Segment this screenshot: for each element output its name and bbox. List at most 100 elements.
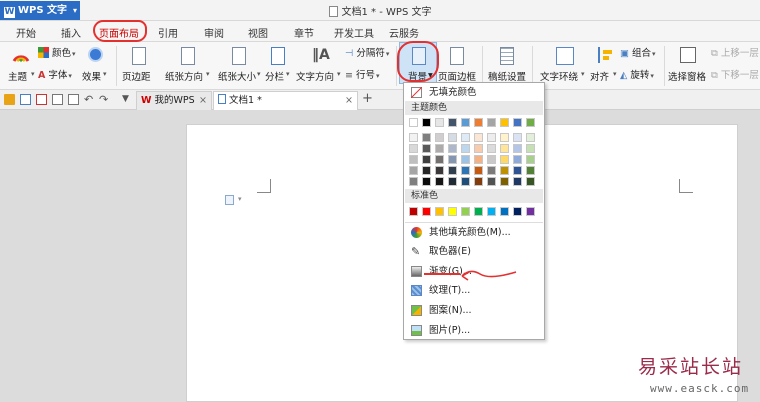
standard-color-swatch[interactable] <box>435 207 444 216</box>
theme-color-swatch[interactable] <box>500 166 509 175</box>
theme-color-swatch[interactable] <box>461 155 470 164</box>
redo-icon[interactable]: ↷ <box>99 94 110 105</box>
standard-color-swatch[interactable] <box>422 207 431 216</box>
theme-color-swatch[interactable] <box>435 177 444 186</box>
theme-color-swatch[interactable] <box>474 133 483 142</box>
standard-color-swatch[interactable] <box>487 207 496 216</box>
send-backward-button[interactable]: ⧉ 下移一层 <box>711 67 759 81</box>
theme-color-swatch[interactable] <box>500 118 509 127</box>
standard-color-swatch[interactable] <box>500 207 509 216</box>
theme-color-swatch[interactable] <box>448 177 457 186</box>
export-pdf-icon[interactable] <box>36 94 47 105</box>
theme-button[interactable]: 主题 ▾ <box>8 47 35 87</box>
theme-color-swatch[interactable] <box>409 177 418 186</box>
theme-color-swatch[interactable] <box>474 118 483 127</box>
undo-icon[interactable]: ↶ <box>84 94 95 105</box>
theme-color-swatch[interactable] <box>409 144 418 153</box>
theme-color-swatch[interactable] <box>448 144 457 153</box>
menu-home[interactable]: 开始 <box>16 25 36 40</box>
texture-option[interactable]: 纹理(T)... <box>405 281 543 300</box>
tab-my-wps[interactable]: W 我的WPS × <box>136 91 212 110</box>
paste-options-icon[interactable] <box>225 195 234 205</box>
theme-color-swatch[interactable] <box>435 144 444 153</box>
theme-color-swatch[interactable] <box>474 155 483 164</box>
theme-color-swatch[interactable] <box>409 155 418 164</box>
theme-color-swatch[interactable] <box>487 118 496 127</box>
standard-color-swatch[interactable] <box>526 207 535 216</box>
theme-color-swatch[interactable] <box>448 118 457 127</box>
theme-color-swatch[interactable] <box>487 133 496 142</box>
new-tab-button[interactable]: + <box>362 91 373 106</box>
theme-color-swatch[interactable] <box>474 144 483 153</box>
theme-color-swatch[interactable] <box>513 118 522 127</box>
theme-color-swatch[interactable] <box>422 133 431 142</box>
theme-color-swatch[interactable] <box>500 144 509 153</box>
theme-color-swatch[interactable] <box>461 177 470 186</box>
theme-color-swatch[interactable] <box>435 118 444 127</box>
standard-color-swatch[interactable] <box>513 207 522 216</box>
theme-color-swatch[interactable] <box>409 166 418 175</box>
theme-color-swatch[interactable] <box>513 166 522 175</box>
pattern-option[interactable]: 图案(N)... <box>405 301 543 320</box>
menu-insert[interactable]: 插入 <box>61 25 81 40</box>
theme-color-swatch[interactable] <box>513 133 522 142</box>
more-fill-colors-option[interactable]: 其他填充颜色(M)... <box>405 223 543 242</box>
theme-color-swatch[interactable] <box>422 155 431 164</box>
theme-color-swatch[interactable] <box>422 144 431 153</box>
theme-color-swatch[interactable] <box>422 166 431 175</box>
theme-color-swatch[interactable] <box>461 118 470 127</box>
theme-color-swatch[interactable] <box>487 166 496 175</box>
menu-cloud[interactable]: 云服务 <box>389 25 419 40</box>
theme-color-swatch[interactable] <box>500 177 509 186</box>
colors-button[interactable]: 颜色▾ <box>38 45 76 59</box>
tab-document1[interactable]: 文档1 * × <box>213 91 358 110</box>
align-button[interactable]: 对齐 ▾ <box>590 47 620 87</box>
theme-color-swatch[interactable] <box>435 166 444 175</box>
theme-color-swatch[interactable] <box>526 177 535 186</box>
close-icon[interactable]: × <box>345 92 353 110</box>
bring-forward-button[interactable]: ⧉ 上移一层 <box>711 45 759 59</box>
theme-color-swatch[interactable] <box>513 144 522 153</box>
theme-color-swatch[interactable] <box>461 166 470 175</box>
theme-color-swatch[interactable] <box>487 155 496 164</box>
theme-color-swatch[interactable] <box>474 177 483 186</box>
print-preview-icon[interactable] <box>68 94 79 105</box>
theme-color-swatch[interactable] <box>526 166 535 175</box>
print-icon[interactable] <box>52 94 63 105</box>
menu-references[interactable]: 引用 <box>158 25 178 40</box>
theme-color-swatch[interactable] <box>409 118 418 127</box>
theme-color-swatch[interactable] <box>487 144 496 153</box>
columns-button[interactable]: 分栏 ▾ <box>265 47 293 87</box>
picture-option[interactable]: 图片(P)... <box>405 321 543 340</box>
standard-color-swatch[interactable] <box>474 207 483 216</box>
size-button[interactable]: 纸张大小 ▾ <box>218 47 262 87</box>
save-icon[interactable] <box>20 94 31 105</box>
menu-developer[interactable]: 开发工具 <box>334 25 374 40</box>
theme-color-swatch[interactable] <box>422 118 431 127</box>
theme-color-swatch[interactable] <box>448 166 457 175</box>
standard-color-swatch[interactable] <box>409 207 418 216</box>
theme-color-swatch[interactable] <box>500 133 509 142</box>
chevron-down-icon[interactable]: ▼ <box>122 94 133 105</box>
theme-color-swatch[interactable] <box>448 155 457 164</box>
theme-color-swatch[interactable] <box>435 133 444 142</box>
theme-color-swatch[interactable] <box>500 155 509 164</box>
close-icon[interactable]: × <box>199 92 207 110</box>
standard-color-swatch[interactable] <box>448 207 457 216</box>
menu-review[interactable]: 审阅 <box>204 25 224 40</box>
theme-color-swatch[interactable] <box>526 118 535 127</box>
line-numbers-button[interactable]: ≡ 行号▾ <box>345 67 380 81</box>
margins-button[interactable]: 页边距 <box>122 47 158 87</box>
rotate-button[interactable]: ◭ 旋转▾ <box>620 67 654 81</box>
theme-color-swatch[interactable] <box>513 155 522 164</box>
no-fill-option[interactable]: 无填充颜色 <box>405 83 543 102</box>
theme-color-swatch[interactable] <box>513 177 522 186</box>
theme-color-swatch[interactable] <box>461 144 470 153</box>
theme-color-swatch[interactable] <box>448 133 457 142</box>
group-button[interactable]: ▣ 组合▾ <box>620 45 656 59</box>
theme-color-swatch[interactable] <box>422 177 431 186</box>
menu-view[interactable]: 视图 <box>248 25 268 40</box>
text-direction-button[interactable]: ‖A 文字方向 ▾ <box>296 47 344 87</box>
page-borders-button[interactable]: 页面边框 <box>438 47 478 87</box>
menu-chapter[interactable]: 章节 <box>294 25 314 40</box>
